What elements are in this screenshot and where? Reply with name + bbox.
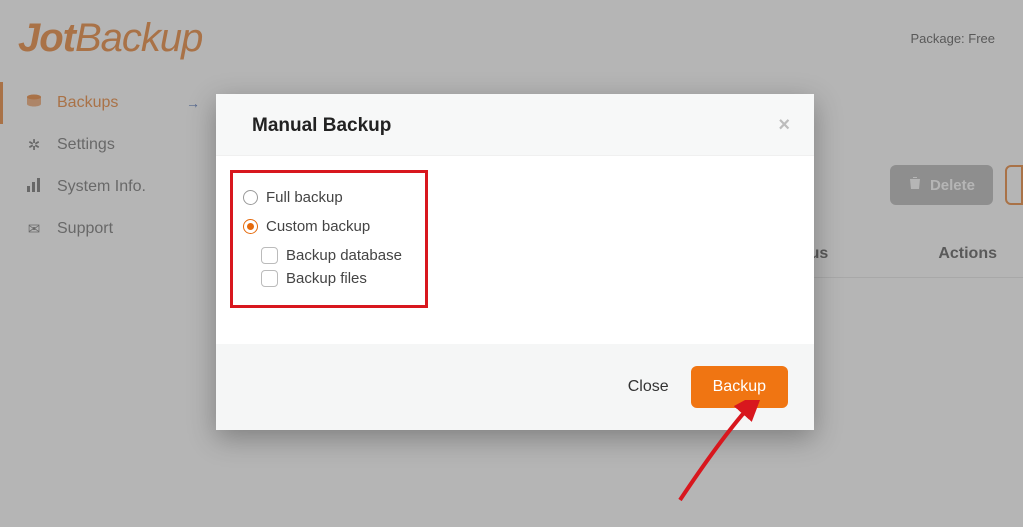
- radio-full-backup[interactable]: Full backup: [243, 189, 415, 206]
- modal-footer: Close Backup: [216, 344, 814, 430]
- radio-label: Full backup: [266, 189, 343, 206]
- checkbox-backup-files[interactable]: Backup files: [261, 270, 415, 287]
- manual-backup-modal: Manual Backup × Full backup Custom backu…: [216, 94, 814, 430]
- close-button[interactable]: Close: [628, 378, 669, 396]
- checkbox-label: Backup database: [286, 247, 402, 264]
- radio-custom-backup[interactable]: Custom backup: [243, 218, 415, 235]
- annotation-highlight-box: Full backup Custom backup Backup databas…: [230, 170, 428, 308]
- modal-header: Manual Backup ×: [216, 94, 814, 156]
- checkbox-icon: [261, 247, 278, 264]
- close-icon[interactable]: ×: [778, 114, 790, 137]
- radio-icon: [243, 190, 258, 205]
- radio-label: Custom backup: [266, 218, 370, 235]
- checkbox-icon: [261, 270, 278, 287]
- checkbox-label: Backup files: [286, 270, 367, 287]
- radio-icon: [243, 219, 258, 234]
- backup-button[interactable]: Backup: [691, 366, 788, 408]
- modal-body: Full backup Custom backup Backup databas…: [216, 156, 814, 344]
- checkbox-backup-database[interactable]: Backup database: [261, 247, 415, 264]
- modal-title: Manual Backup: [252, 115, 391, 137]
